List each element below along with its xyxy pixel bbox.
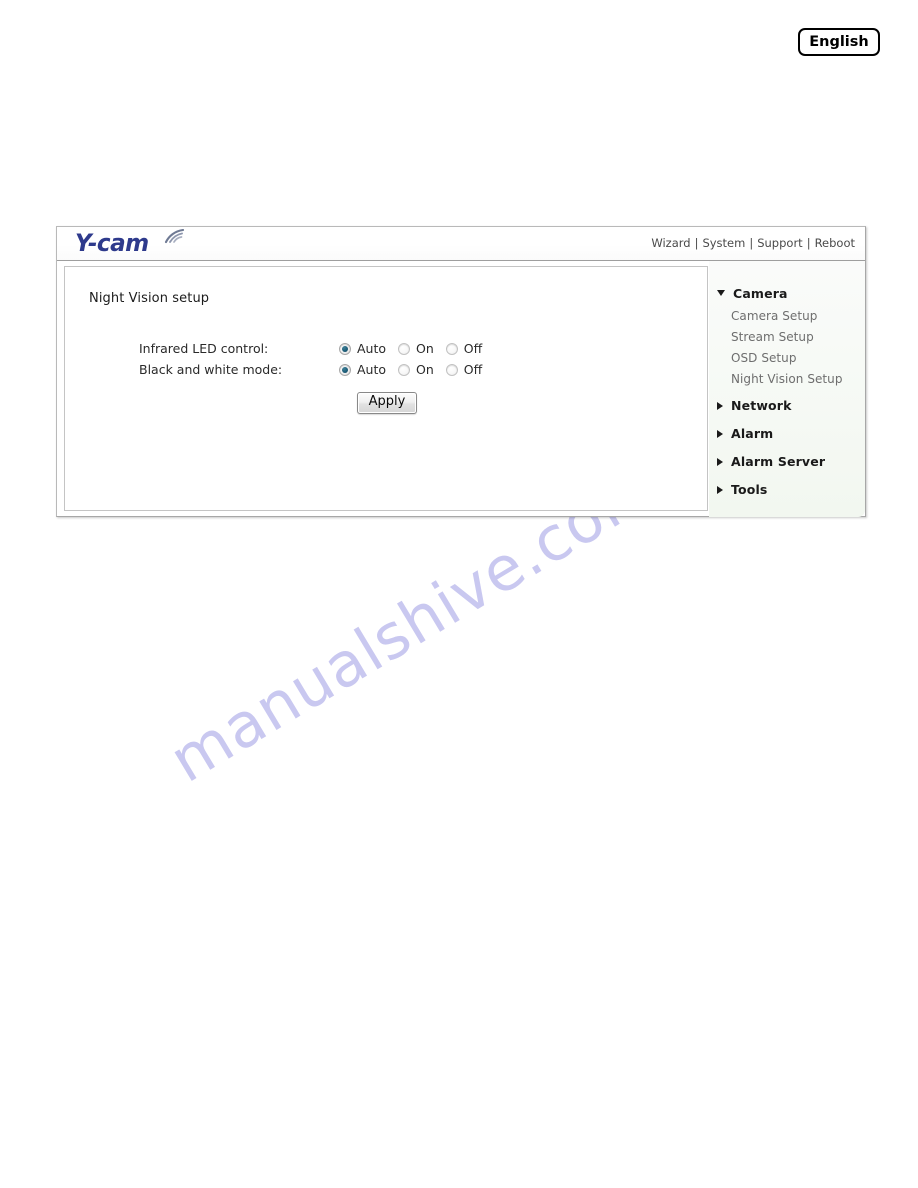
language-badge-label: English — [809, 34, 869, 50]
sidebar-group-label: Camera — [733, 286, 788, 301]
app-body: Night Vision setup Infrared LED control:… — [57, 261, 865, 517]
top-nav-item-system[interactable]: System — [702, 236, 745, 250]
radio-icon-checked[interactable] — [339, 363, 351, 376]
sidebar-item-tools[interactable]: Tools — [717, 479, 865, 500]
black-and-white-mode-label: Black and white mode: — [139, 362, 283, 377]
radio-label: Auto — [357, 341, 387, 356]
app-header: Y-cam Wizard | System | Support | Reboot — [57, 227, 865, 261]
sidebar-item-camera[interactable]: Camera — [717, 283, 865, 304]
sidebar-group-label: Tools — [731, 482, 768, 497]
ycam-logo[interactable]: Y-cam — [75, 229, 205, 259]
infrared-led-control-option-off[interactable]: Off — [445, 341, 483, 356]
camera-admin-window: Y-cam Wizard | System | Support | Reboot Night… — [56, 226, 866, 517]
sidebar-group-label: Network — [731, 398, 792, 413]
form-row-infrared-led-control: Infrared LED control: Auto On Off — [139, 338, 482, 359]
night-vision-form: Infrared LED control: Auto On Off Black … — [139, 338, 482, 380]
triangle-right-icon — [717, 401, 723, 410]
top-nav-item-reboot[interactable]: Reboot — [815, 236, 855, 250]
triangle-right-icon — [717, 429, 723, 438]
radio-icon-unchecked[interactable] — [445, 342, 458, 355]
radio-icon-unchecked[interactable] — [398, 342, 411, 355]
apply-button-row: Apply — [65, 392, 709, 414]
top-nav-separator-3: | — [806, 236, 811, 250]
infrared-led-control-option-auto[interactable]: Auto — [339, 341, 386, 356]
radio-label: Off — [463, 341, 483, 356]
black-and-white-mode-option-auto[interactable]: Auto — [339, 362, 386, 377]
infrared-led-control-option-on[interactable]: On — [398, 341, 434, 356]
infrared-led-control-label: Infrared LED control: — [139, 341, 269, 356]
logo-text: Y-cam — [75, 229, 149, 257]
radio-label: Auto — [357, 362, 387, 377]
sidebar-item-osd-setup[interactable]: OSD Setup — [731, 347, 865, 368]
sidebar-item-network[interactable]: Network — [717, 395, 865, 416]
sidebar: Camera Camera Setup Stream Setup OSD Set… — [709, 261, 865, 517]
top-nav: Wizard | System | Support | Reboot — [651, 236, 855, 250]
triangle-right-icon — [717, 457, 723, 466]
triangle-right-icon — [717, 485, 723, 494]
top-nav-separator-1: | — [694, 236, 699, 250]
sidebar-menu: Camera Camera Setup Stream Setup OSD Set… — [717, 283, 865, 501]
language-badge[interactable]: English — [798, 28, 880, 56]
page-title: Night Vision setup — [89, 291, 210, 306]
sidebar-item-camera-setup[interactable]: Camera Setup — [731, 305, 865, 326]
wireless-signal-icon — [164, 229, 185, 244]
sidebar-subitems-camera: Camera Setup Stream Setup OSD Setup Nigh… — [731, 305, 865, 389]
apply-button[interactable]: Apply — [356, 392, 418, 414]
top-nav-item-support[interactable]: Support — [757, 236, 802, 250]
sidebar-item-night-vision-setup[interactable]: Night Vision Setup — [731, 368, 865, 389]
top-nav-separator-2: | — [749, 236, 754, 250]
radio-label: On — [416, 362, 434, 377]
infrared-led-control-radio-group: Auto On Off — [339, 341, 482, 356]
form-row-black-and-white-mode: Black and white mode: Auto On Off — [139, 359, 482, 380]
radio-icon-checked[interactable] — [339, 342, 351, 355]
sidebar-group-label: Alarm Server — [731, 454, 826, 469]
radio-icon-unchecked[interactable] — [398, 363, 411, 376]
black-and-white-mode-option-off[interactable]: Off — [445, 362, 483, 377]
triangle-down-icon — [717, 290, 725, 296]
radio-label: On — [416, 341, 434, 356]
black-and-white-mode-radio-group: Auto On Off — [339, 362, 482, 377]
radio-icon-unchecked[interactable] — [445, 363, 458, 376]
sidebar-item-alarm[interactable]: Alarm — [717, 423, 865, 444]
top-nav-item-wizard[interactable]: Wizard — [651, 236, 690, 250]
black-and-white-mode-option-on[interactable]: On — [398, 362, 434, 377]
sidebar-item-stream-setup[interactable]: Stream Setup — [731, 326, 865, 347]
radio-label: Off — [463, 362, 483, 377]
sidebar-item-alarm-server[interactable]: Alarm Server — [717, 451, 865, 472]
night-vision-setup-panel: Night Vision setup Infrared LED control:… — [64, 266, 708, 511]
sidebar-group-label: Alarm — [731, 426, 774, 441]
